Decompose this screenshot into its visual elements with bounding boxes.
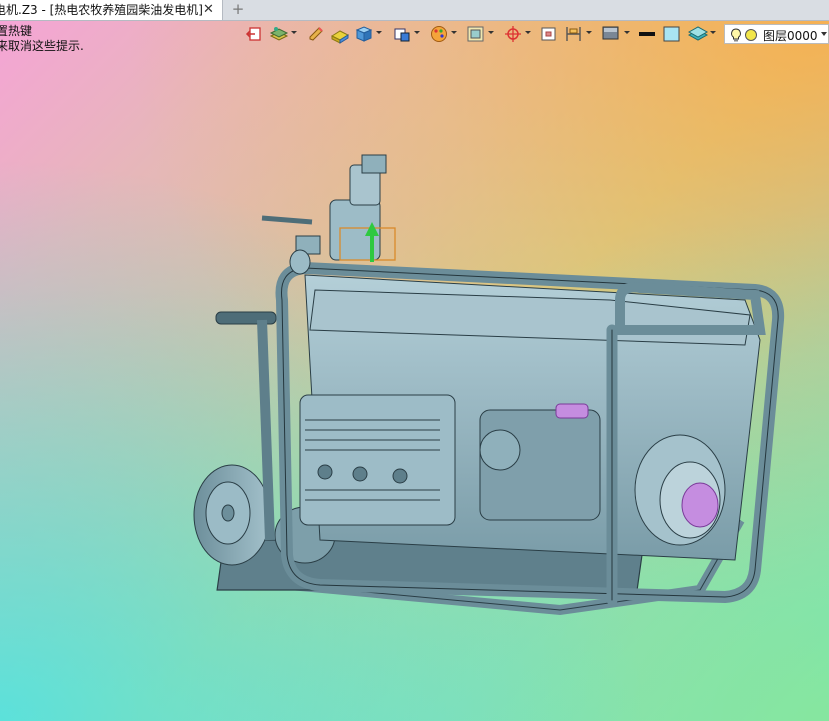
line-style-icon[interactable] [637,24,659,44]
box-icon[interactable] [538,24,560,44]
new-tab-button[interactable]: + [230,0,246,20]
document-tab-title: 电机.Z3 - [热电农牧养殖园柴油发电机] [0,3,203,17]
display-icon[interactable] [600,24,622,44]
crosshair-icon[interactable] [502,24,524,44]
generator-body [299,274,761,561]
color-icon[interactable] [661,24,683,44]
layer-select[interactable]: 图层0000 [724,24,829,44]
view-cube-icon[interactable] [391,24,413,44]
layer-color-dot-icon [745,29,757,41]
dimension-icon[interactable] [563,24,585,44]
pencil-icon[interactable] [306,24,328,44]
close-icon[interactable]: ✕ [203,0,214,20]
hotkey-hints: 置热键 来取消这些提示. [0,24,88,54]
cube-icon[interactable] [353,24,375,44]
layers-stack-icon[interactable] [268,24,290,44]
generator-model[interactable] [0,0,829,721]
lightbulb-icon [731,28,741,42]
document-tab[interactable]: 电机.Z3 - [热电农牧养殖园柴油发电机] ✕ [0,0,223,20]
exit-icon[interactable] [244,24,266,44]
hint-line-2: 来取消这些提示. [0,39,84,53]
eraser-icon[interactable] [329,24,351,44]
layer-icon[interactable] [687,24,709,44]
document-tab-bar: 电机.Z3 - [热电农牧养殖园柴油发电机] ✕ + [0,0,829,21]
layer-select-value: 图层0000 [763,29,818,43]
frame-icon[interactable] [465,24,487,44]
view-toolbar: 图层0000 [240,22,829,46]
valve-assembly [261,154,396,275]
hint-line-1: 置热键 [0,24,33,38]
palette-icon[interactable] [428,24,450,44]
chevron-down-icon[interactable] [821,32,827,36]
